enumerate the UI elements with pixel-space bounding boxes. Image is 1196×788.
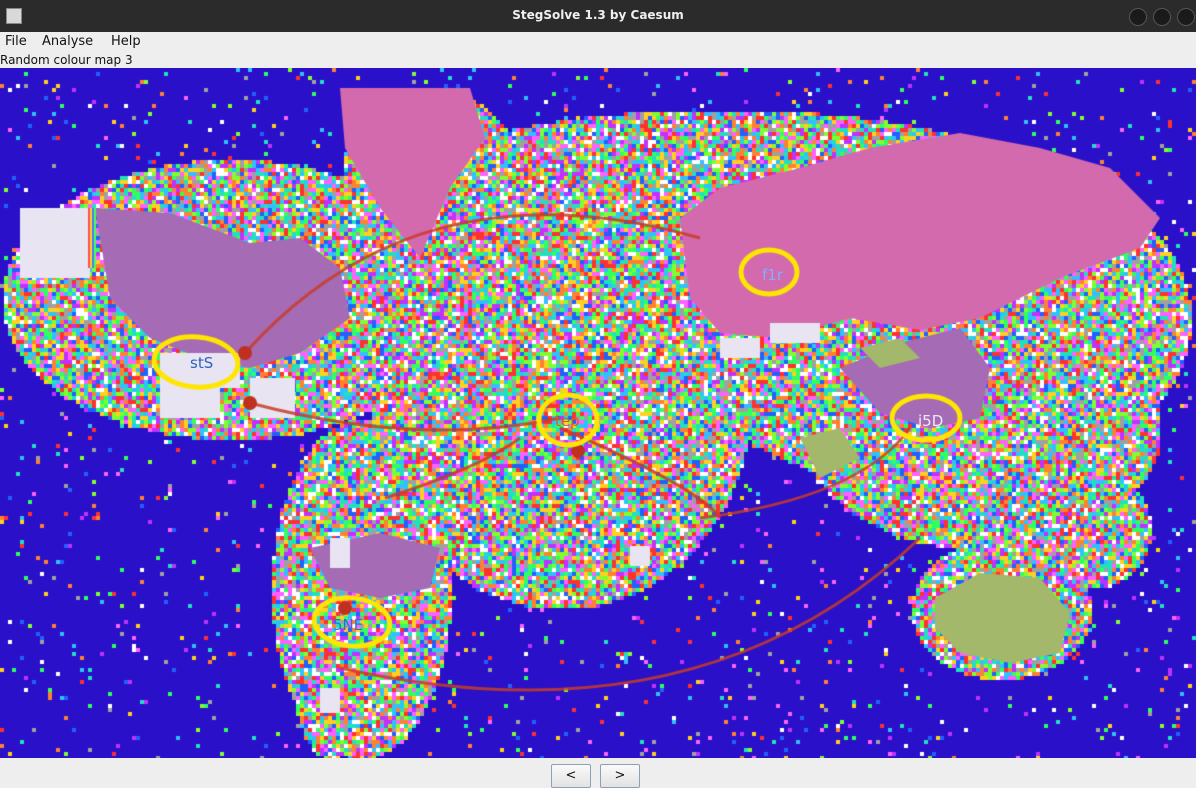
- title-bar: StegSolve 1.3 by Caesum: [0, 0, 1196, 32]
- menu-file[interactable]: File: [5, 34, 27, 49]
- minimize-button[interactable]: [1129, 8, 1147, 26]
- stego-image-canvas: [0, 68, 1196, 758]
- annotation-text-2: f1r: [762, 266, 783, 284]
- annotation-text-5: 5NE: [333, 616, 364, 634]
- window-title: StegSolve 1.3 by Caesum: [512, 8, 684, 22]
- navigation-bar: < >: [0, 758, 1196, 788]
- annotation-text-1: stS: [190, 354, 214, 372]
- previous-button[interactable]: <: [551, 764, 591, 788]
- next-button[interactable]: >: [600, 764, 640, 788]
- color-map-label: Random colour map 3: [0, 53, 133, 67]
- menu-bar: File Analyse Help: [0, 32, 1196, 52]
- menu-analyse[interactable]: Analyse: [42, 34, 93, 49]
- close-button[interactable]: [1177, 8, 1195, 26]
- menu-help[interactable]: Help: [111, 34, 141, 49]
- maximize-button[interactable]: [1153, 8, 1171, 26]
- annotation-text-4: i5D: [918, 412, 944, 430]
- annotation-text-3: tep: [555, 412, 580, 430]
- image-viewport: stS f1r tep i5D 5NE: [0, 68, 1196, 758]
